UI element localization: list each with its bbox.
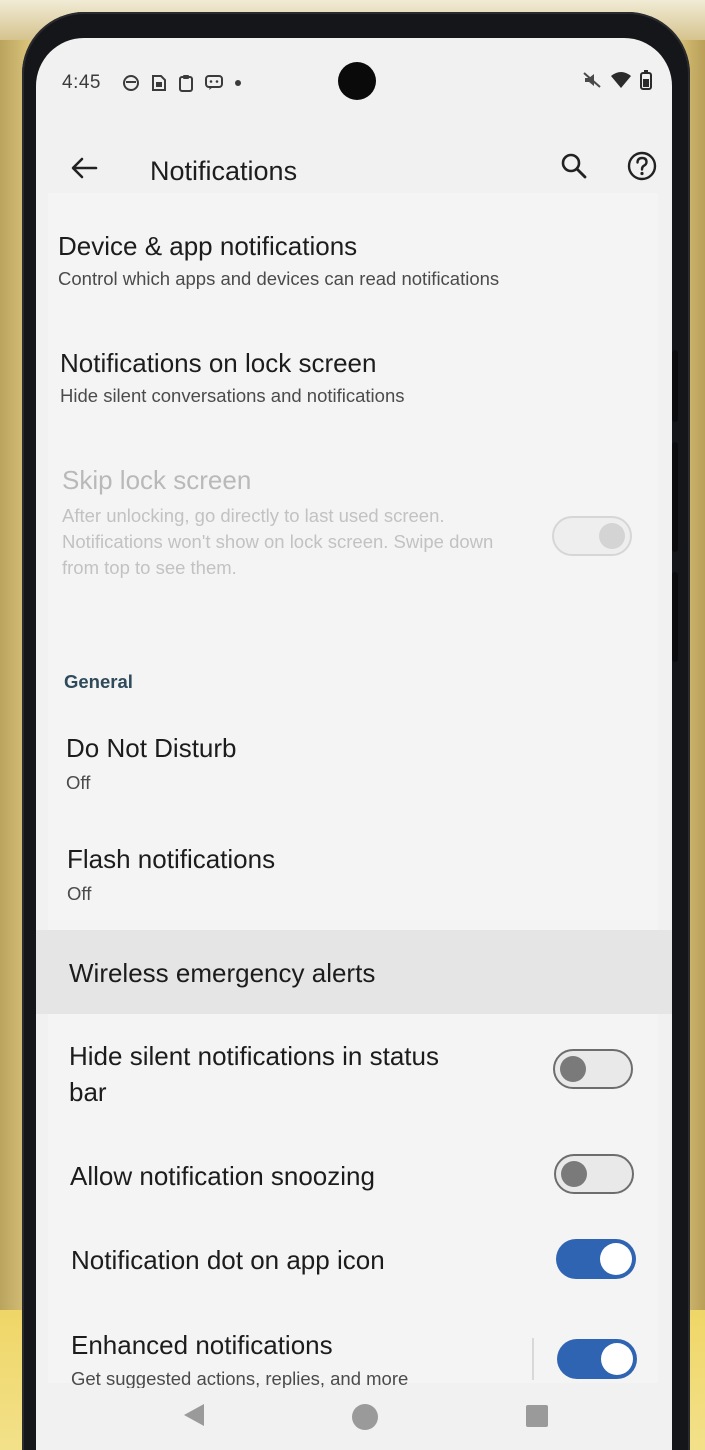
search-icon <box>561 153 587 179</box>
hide-silent-switch[interactable] <box>553 1049 633 1089</box>
item-subtitle: Off <box>67 883 92 904</box>
item-subtitle: Control which apps and devices can read … <box>58 268 500 289</box>
enhanced-notifications-item[interactable]: Enhanced notifications Get suggested act… <box>48 1311 658 1391</box>
item-title: Wireless emergency alerts <box>69 958 376 988</box>
divider <box>532 1338 534 1380</box>
item-subtitle: Get suggested actions, replies, and more <box>71 1368 409 1389</box>
arrow-left-icon <box>71 157 98 179</box>
item-title: Do Not Disturb <box>66 733 237 763</box>
wireless-emergency-alerts-item[interactable]: Wireless emergency alerts <box>36 930 672 1014</box>
nav-back-icon[interactable] <box>182 1402 206 1428</box>
message-icon <box>205 75 223 90</box>
front-camera <box>338 62 376 100</box>
nav-home-icon[interactable] <box>352 1404 378 1430</box>
notification-dot-switch[interactable] <box>556 1239 636 1279</box>
data-saver-icon <box>123 75 139 91</box>
status-time: 4:45 <box>62 72 101 93</box>
switch-knob <box>561 1161 587 1187</box>
item-title-line1: Hide silent notifications in status <box>69 1041 439 1071</box>
lock-screen-notifications-item[interactable]: Notifications on lock screen Hide silent… <box>48 333 658 428</box>
do-not-disturb-item[interactable]: Do Not Disturb Off <box>48 708 658 808</box>
item-title: Notifications on lock screen <box>60 348 377 378</box>
item-title: Allow notification snoozing <box>70 1161 375 1191</box>
item-title: Flash notifications <box>67 844 276 874</box>
hide-silent-notifications-item[interactable]: Hide silent notifications in status bar <box>48 1033 658 1123</box>
back-button[interactable] <box>64 148 104 188</box>
page-title: Notifications <box>150 156 298 186</box>
clipboard-icon <box>179 75 193 92</box>
phone-frame: 4:45 Notifications Device & app notifica… <box>22 12 690 1450</box>
flash-notifications-item[interactable]: Flash notifications Off <box>48 821 658 921</box>
screen: 4:45 Notifications Device & app notifica… <box>36 38 672 1450</box>
item-subtitle: After unlocking, go directly to last use… <box>62 505 494 578</box>
notification-snoozing-item[interactable]: Allow notification snoozing <box>48 1143 658 1213</box>
help-button[interactable] <box>622 146 662 186</box>
item-title: Notification dot on app icon <box>71 1245 385 1275</box>
search-button[interactable] <box>554 146 594 186</box>
help-icon <box>627 151 657 181</box>
skip-lock-screen-switch <box>552 516 632 556</box>
settings-list: Device & app notifications Control which… <box>36 193 672 1389</box>
item-title: Enhanced notifications <box>71 1330 333 1360</box>
wifi-icon <box>611 72 631 88</box>
item-subtitle: Hide silent conversations and notificati… <box>60 385 405 406</box>
skip-lock-screen-item: Skip lock screen After unlocking, go dir… <box>48 453 658 593</box>
item-title-line2: bar <box>69 1077 107 1107</box>
enhanced-notifications-switch[interactable] <box>557 1339 637 1379</box>
item-title: Skip lock screen <box>62 465 252 495</box>
device-app-notifications-item[interactable]: Device & app notifications Control which… <box>48 213 658 308</box>
switch-knob <box>601 1343 633 1375</box>
item-subtitle: Off <box>66 772 91 793</box>
status-icons-right <box>582 70 652 90</box>
volume-button-lower <box>672 442 678 552</box>
volume-button <box>672 350 678 422</box>
navigation-bar <box>36 1388 672 1450</box>
item-title: Device & app notifications <box>58 231 358 261</box>
snoozing-switch[interactable] <box>554 1154 634 1194</box>
switch-knob <box>599 523 625 549</box>
status-icons-left <box>122 74 242 92</box>
dot-icon <box>235 80 241 86</box>
battery-icon <box>640 70 652 90</box>
power-button <box>672 572 678 662</box>
notification-dot-item[interactable]: Notification dot on app icon <box>48 1228 658 1298</box>
section-header-general: General <box>64 671 133 692</box>
sim-icon <box>152 75 166 91</box>
nav-recents-icon[interactable] <box>526 1405 548 1427</box>
mute-icon <box>583 72 601 88</box>
status-bar: 4:45 <box>36 38 672 128</box>
switch-knob <box>560 1056 586 1082</box>
switch-knob <box>600 1243 632 1275</box>
